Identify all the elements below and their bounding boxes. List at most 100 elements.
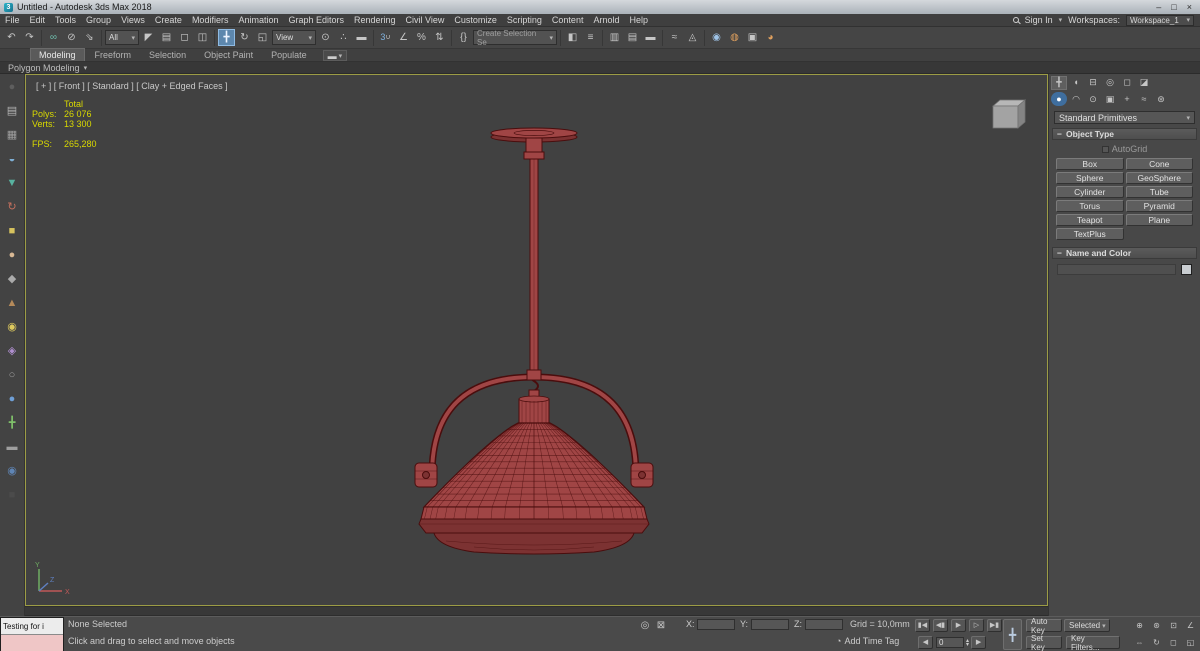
name-and-color-rollout[interactable]: − Name and Color bbox=[1052, 247, 1197, 259]
rotate-tool-icon[interactable]: ↻ bbox=[2, 199, 22, 216]
helpers-category-icon[interactable]: + bbox=[1119, 92, 1135, 106]
menu-scripting[interactable]: Scripting bbox=[502, 14, 547, 27]
schematic-view-icon[interactable]: ◬ bbox=[684, 29, 701, 46]
keyboard-override-icon[interactable]: ▬ bbox=[353, 29, 370, 46]
align-icon[interactable]: ≡ bbox=[582, 29, 599, 46]
object-type-textplus-button[interactable]: TextPlus bbox=[1056, 228, 1124, 240]
autogrid-checkbox[interactable] bbox=[1101, 145, 1109, 153]
maxscript-mini-listener[interactable]: Testing for i bbox=[0, 617, 64, 651]
scene-explorer-icon[interactable]: ▥ bbox=[606, 29, 623, 46]
maximize-viewport-icon[interactable]: ◱ bbox=[1183, 636, 1198, 649]
sphere-primitive-icon[interactable]: ● bbox=[2, 247, 22, 264]
field-of-view-icon[interactable]: ∠ bbox=[1183, 619, 1198, 632]
unlink-selection-icon[interactable]: ⊘ bbox=[63, 29, 80, 46]
object-type-cone-button[interactable]: Cone bbox=[1125, 158, 1193, 170]
viewport-label[interactable]: [ + ] [ Front ] [ Standard ] [ Clay + Ed… bbox=[36, 81, 228, 91]
render-production-icon[interactable]: ◕ bbox=[762, 29, 779, 46]
ribbon-tab-object-paint[interactable]: Object Paint bbox=[196, 49, 261, 61]
zoom-region-icon[interactable]: ◻ bbox=[1166, 636, 1181, 649]
menu-views[interactable]: Views bbox=[116, 14, 150, 27]
reference-coordinate-dropdown[interactable]: View ▾ bbox=[272, 30, 316, 45]
helper-icon[interactable]: ◈ bbox=[2, 343, 22, 360]
dark-square-icon[interactable]: ■ bbox=[2, 487, 22, 504]
list-icon[interactable]: ▤ bbox=[2, 103, 22, 120]
set-keys-big-button[interactable]: ╋ bbox=[1003, 619, 1022, 650]
cone-primitive-icon[interactable]: ▲ bbox=[2, 295, 22, 312]
menu-rendering[interactable]: Rendering bbox=[349, 14, 401, 27]
add-time-tag[interactable]: ◔ Add Time Tag bbox=[836, 636, 899, 646]
ribbon-tab-populate[interactable]: Populate bbox=[263, 49, 315, 61]
circle-icon[interactable]: ● bbox=[2, 79, 22, 96]
frame-spinner[interactable]: ▴ ▾ bbox=[966, 638, 969, 648]
object-type-sphere-button[interactable]: Sphere bbox=[1056, 172, 1124, 184]
ribbon-minimize-button[interactable]: ▬ ▾ bbox=[322, 50, 348, 61]
z-coordinate-field[interactable] bbox=[805, 619, 843, 630]
viewport-front[interactable]: [ + ] [ Front ] [ Standard ] [ Clay + Ed… bbox=[25, 74, 1048, 606]
select-object-icon[interactable]: ◤ bbox=[140, 29, 157, 46]
menu-civil-view[interactable]: Civil View bbox=[401, 14, 450, 27]
macro-recorder-line[interactable] bbox=[1, 634, 63, 651]
mirror-icon[interactable]: ◧ bbox=[564, 29, 581, 46]
track-bar[interactable] bbox=[25, 606, 1048, 616]
display-tab-icon[interactable]: ◻ bbox=[1119, 76, 1135, 90]
set-key-button[interactable]: Set Key bbox=[1026, 634, 1062, 651]
space-warps-category-icon[interactable]: ≈ bbox=[1136, 92, 1152, 106]
menu-customize[interactable]: Customize bbox=[449, 14, 502, 27]
menu-graph-editors[interactable]: Graph Editors bbox=[283, 14, 349, 27]
motion-tab-icon[interactable]: ◎ bbox=[1102, 76, 1118, 90]
selection-filter-dropdown[interactable]: All ▾ bbox=[105, 30, 139, 45]
diamond-icon[interactable]: ◆ bbox=[2, 271, 22, 288]
menu-edit[interactable]: Edit bbox=[25, 14, 51, 27]
minimize-button[interactable]: – bbox=[1156, 2, 1161, 12]
select-and-link-icon[interactable]: ∞ bbox=[45, 29, 62, 46]
lamp-model[interactable] bbox=[26, 75, 1047, 605]
primitive-category-dropdown[interactable]: Standard Primitives ▾ bbox=[1054, 111, 1195, 124]
down-triangle-icon[interactable]: ▼ bbox=[2, 175, 22, 192]
viewcube[interactable] bbox=[985, 95, 1031, 133]
box-primitive-icon[interactable]: ■ bbox=[2, 223, 22, 240]
zoom-icon[interactable]: ⊕ bbox=[1132, 619, 1147, 632]
modify-tab-icon[interactable]: ◖ bbox=[1068, 76, 1084, 90]
ribbon-tab-selection[interactable]: Selection bbox=[141, 49, 194, 61]
menu-tools[interactable]: Tools bbox=[50, 14, 81, 27]
polygon-modeling-panel-tab[interactable]: Polygon Modeling bbox=[8, 63, 80, 73]
object-type-plane-button[interactable]: Plane bbox=[1125, 214, 1193, 226]
menu-file[interactable]: File bbox=[0, 14, 25, 27]
zoom-extents-icon[interactable]: ⊡ bbox=[1166, 619, 1181, 632]
shapes-category-icon[interactable]: ◠ bbox=[1068, 92, 1084, 106]
select-by-name-icon[interactable]: ▤ bbox=[158, 29, 175, 46]
rendered-frame-window-icon[interactable]: ▣ bbox=[744, 29, 761, 46]
object-type-torus-button[interactable]: Torus bbox=[1056, 200, 1124, 212]
selection-region-icon[interactable]: ◻ bbox=[176, 29, 193, 46]
material-editor-icon[interactable]: ◉ bbox=[708, 29, 725, 46]
frame-back-icon[interactable]: ◀ bbox=[918, 636, 933, 649]
play-icon[interactable]: ▶ bbox=[951, 619, 966, 632]
render-setup-icon[interactable]: ◍ bbox=[726, 29, 743, 46]
blue-sphere-icon[interactable]: ● bbox=[2, 391, 22, 408]
key-filters-button[interactable]: Key Filters... bbox=[1066, 634, 1120, 651]
object-type-box-button[interactable]: Box bbox=[1056, 158, 1124, 170]
zoom-all-icon[interactable]: ⊛ bbox=[1149, 619, 1164, 632]
half-sphere-icon[interactable]: ◒ bbox=[2, 151, 22, 168]
object-type-rollout[interactable]: − Object Type bbox=[1052, 128, 1197, 140]
object-name-field[interactable] bbox=[1057, 264, 1176, 275]
current-frame-field[interactable] bbox=[936, 637, 964, 648]
axis-gizmo[interactable]: X Y Z bbox=[32, 559, 76, 599]
object-type-teapot-button[interactable]: Teapot bbox=[1056, 214, 1124, 226]
grid-icon[interactable]: ▦ bbox=[2, 127, 22, 144]
mini-listener-text[interactable]: Testing for i bbox=[1, 618, 63, 634]
menu-content[interactable]: Content bbox=[547, 14, 589, 27]
key-mode-dropdown[interactable]: Selected ▾ bbox=[1064, 619, 1110, 632]
maximize-button[interactable]: □ bbox=[1171, 2, 1176, 12]
isolate-selection-icon[interactable]: ◎ bbox=[638, 619, 652, 632]
utilities-tab-icon[interactable]: ◪ bbox=[1136, 76, 1152, 90]
ribbon-tab-freeform[interactable]: Freeform bbox=[87, 49, 140, 61]
use-pivot-center-icon[interactable]: ⊙ bbox=[317, 29, 334, 46]
select-and-manipulate-icon[interactable]: ∴ bbox=[335, 29, 352, 46]
x-coordinate-field[interactable] bbox=[697, 619, 735, 630]
menu-help[interactable]: Help bbox=[624, 14, 653, 27]
toggle-ribbon-icon[interactable]: ▬ bbox=[642, 29, 659, 46]
edit-selection-sets-icon[interactable]: {} bbox=[455, 29, 472, 46]
layer-manager-icon[interactable]: ▤ bbox=[624, 29, 641, 46]
search-icon[interactable] bbox=[1012, 17, 1019, 23]
